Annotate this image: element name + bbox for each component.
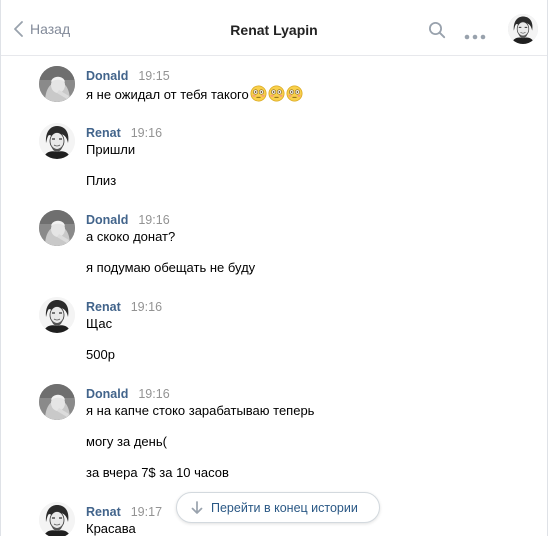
search-icon — [429, 22, 446, 39]
author-name[interactable]: Donald — [86, 213, 128, 227]
message-text: Пришли — [86, 142, 136, 157]
author-name[interactable]: Donald — [86, 387, 128, 401]
author-name[interactable]: Donald — [86, 69, 128, 83]
message-time[interactable]: 19:16 — [138, 213, 169, 227]
message-text: я не ожидал от тебя такого — [86, 85, 303, 103]
avatar[interactable] — [39, 210, 75, 246]
message-header: Donald 19:15 — [86, 68, 170, 84]
message-text: 500р — [86, 347, 115, 362]
flushed-emoji-icon — [268, 85, 285, 102]
message-header: Renat 19:16 — [86, 125, 162, 141]
message-text: Щас — [86, 316, 113, 331]
message-header: Donald 19:16 — [86, 212, 170, 228]
avatar[interactable] — [39, 502, 75, 536]
flushed-emoji-icon — [250, 85, 267, 102]
header-avatar[interactable] — [508, 14, 538, 44]
message-time[interactable]: 19:16 — [131, 300, 162, 314]
message-header: Renat 19:16 — [86, 299, 162, 315]
message-text: Красава — [86, 521, 136, 536]
message-time[interactable]: 19:15 — [138, 69, 169, 83]
more-icon — [464, 34, 486, 40]
message-text: я на капче стоко зарабатываю теперь — [86, 403, 315, 418]
jump-to-end-label: Перейти в конец истории — [211, 500, 358, 515]
jump-to-end-button[interactable]: Перейти в конец истории — [176, 492, 380, 523]
author-name[interactable]: Renat — [86, 300, 121, 314]
message-text: Плиз — [86, 173, 117, 188]
emoji-group — [249, 85, 303, 102]
avatar[interactable] — [39, 297, 75, 333]
message-text: за вчера 7$ за 10 часов — [86, 465, 229, 480]
message-text: а скоко донат? — [86, 229, 176, 244]
author-name[interactable]: Renat — [86, 505, 121, 519]
message-header: Renat 19:17 — [86, 504, 162, 520]
message-history: Donald 19:15 я не ожидал от тебя такого R… — [1, 57, 547, 536]
message-time[interactable]: 19:16 — [131, 126, 162, 140]
message-time[interactable]: 19:16 — [138, 387, 169, 401]
message-text: могу за день( — [86, 434, 167, 449]
message-text: я подумаю обещать не буду — [86, 260, 256, 275]
chat-window: Назад Renat Lyapin Donald 19:15 я не ожи… — [0, 0, 548, 536]
avatar[interactable] — [39, 123, 75, 159]
search-button[interactable] — [428, 21, 446, 39]
author-name[interactable]: Renat — [86, 126, 121, 140]
avatar[interactable] — [39, 66, 75, 102]
avatar[interactable] — [39, 384, 75, 420]
arrow-down-icon — [191, 500, 203, 514]
more-button[interactable] — [464, 27, 486, 40]
message-time[interactable]: 19:17 — [131, 505, 162, 519]
message-header: Donald 19:16 — [86, 386, 170, 402]
flushed-emoji-icon — [286, 85, 303, 102]
chat-header: Назад Renat Lyapin — [1, 0, 547, 56]
